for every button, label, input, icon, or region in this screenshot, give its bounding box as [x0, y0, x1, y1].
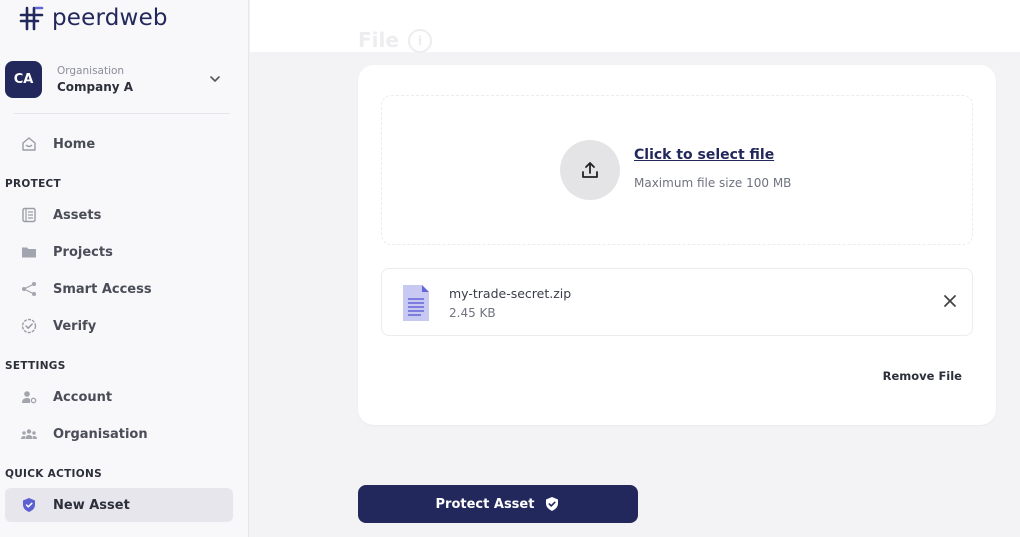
page-title: File	[358, 28, 399, 52]
sidebar-item-home[interactable]: Home	[5, 127, 233, 161]
account-icon	[20, 388, 38, 406]
sidebar-item-account[interactable]: Account	[5, 380, 233, 414]
document-icon	[403, 285, 429, 321]
remove-file-button[interactable]: Remove File	[883, 369, 962, 383]
org-label: Organisation	[57, 64, 125, 77]
file-dropzone[interactable]: Click to select file Maximum file size 1…	[381, 95, 973, 245]
select-file-link[interactable]: Click to select file	[634, 147, 774, 163]
sidebar-item-smart-access[interactable]: Smart Access	[5, 272, 233, 306]
sidebar-item-label: Projects	[53, 244, 113, 260]
verify-badge-icon	[20, 317, 38, 335]
sidebar-item-label: Smart Access	[53, 281, 152, 297]
upload-button[interactable]	[560, 140, 620, 200]
selected-file-item: my-trade-secret.zip 2.45 KB	[381, 268, 973, 336]
protect-asset-label: Protect Asset	[435, 496, 535, 512]
sidebar-item-organisation[interactable]: Organisation	[5, 417, 233, 451]
sidebar-item-verify[interactable]: Verify	[5, 309, 233, 343]
org-name: Company A	[57, 79, 134, 94]
section-title-quick-actions: QUICK ACTIONS	[5, 468, 102, 480]
sidebar-item-label: Home	[53, 136, 96, 152]
share-icon	[20, 280, 38, 298]
sidebar-item-assets[interactable]: Assets	[5, 198, 233, 232]
sidebar-item-label: Assets	[53, 207, 102, 223]
close-icon[interactable]	[942, 293, 958, 309]
sidebar-item-projects[interactable]: Projects	[5, 235, 233, 269]
org-avatar: CA	[5, 60, 42, 98]
max-file-size-hint: Maximum file size 100 MB	[634, 176, 792, 190]
logo[interactable]: peerdweb	[18, 4, 168, 32]
sidebar-divider	[14, 113, 230, 114]
shield-check-icon	[546, 497, 559, 511]
folder-icon	[20, 243, 38, 261]
sidebar-item-label: Verify	[53, 318, 97, 334]
brand-name: peerdweb	[52, 5, 168, 31]
section-title-settings: SETTINGS	[5, 360, 66, 372]
file-size: 2.45 KB	[449, 306, 496, 320]
home-icon	[20, 135, 38, 153]
upload-icon	[582, 162, 598, 178]
sidebar: peerdweb CA Organisation Company A Home …	[0, 0, 249, 537]
peerdweb-logo-icon	[19, 6, 44, 31]
file-upload-card: Click to select file Maximum file size 1…	[358, 65, 996, 425]
section-title-protect: PROTECT	[5, 178, 62, 190]
shield-icon	[20, 496, 38, 514]
sidebar-item-label: Account	[53, 389, 113, 405]
team-icon	[20, 425, 38, 443]
assets-icon	[20, 206, 38, 224]
organisation-switcher[interactable]: CA Organisation Company A	[5, 59, 230, 99]
protect-asset-button[interactable]: Protect Asset	[358, 485, 638, 523]
info-icon[interactable]: i	[408, 29, 432, 53]
sidebar-item-label: New Asset	[53, 497, 130, 513]
file-name: my-trade-secret.zip	[449, 286, 572, 301]
chevron-down-icon[interactable]	[208, 72, 222, 86]
sidebar-item-label: Organisation	[53, 426, 148, 442]
sidebar-item-new-asset[interactable]: New Asset	[5, 488, 233, 522]
